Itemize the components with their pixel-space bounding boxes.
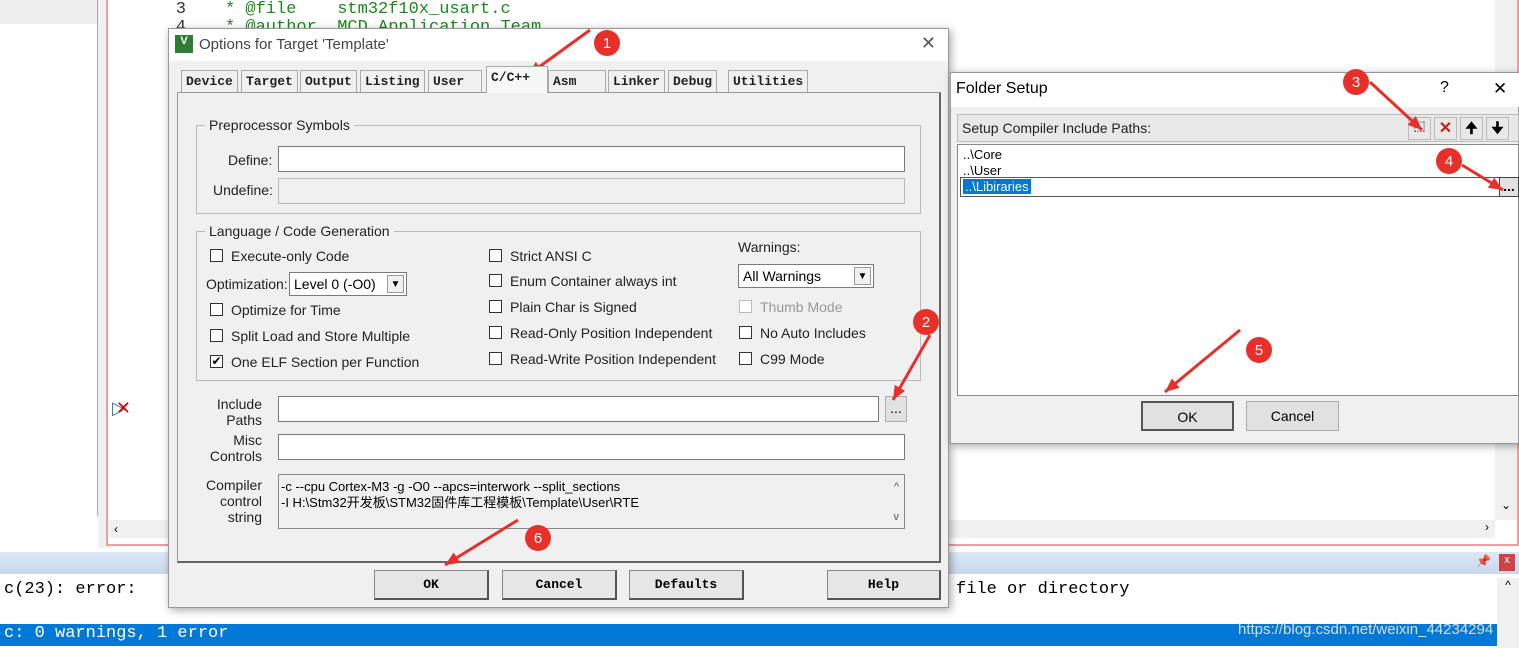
annotation-number: 6 — [534, 530, 542, 547]
annotation-number: 5 — [1255, 342, 1263, 359]
annotation-group: 1 2 3 4 5 6 — [444, 28, 1504, 567]
annotation-arrow — [1164, 328, 1241, 394]
annotation-number: 2 — [922, 314, 930, 331]
annotation-number: 4 — [1445, 153, 1453, 170]
annotation-number: 1 — [603, 35, 611, 52]
annotation-overlay: 1 2 3 4 5 6 — [444, 28, 1504, 567]
annotation-number: 3 — [1352, 74, 1360, 91]
tab-c-cpp[interactable]: C/C++ — [486, 66, 548, 93]
